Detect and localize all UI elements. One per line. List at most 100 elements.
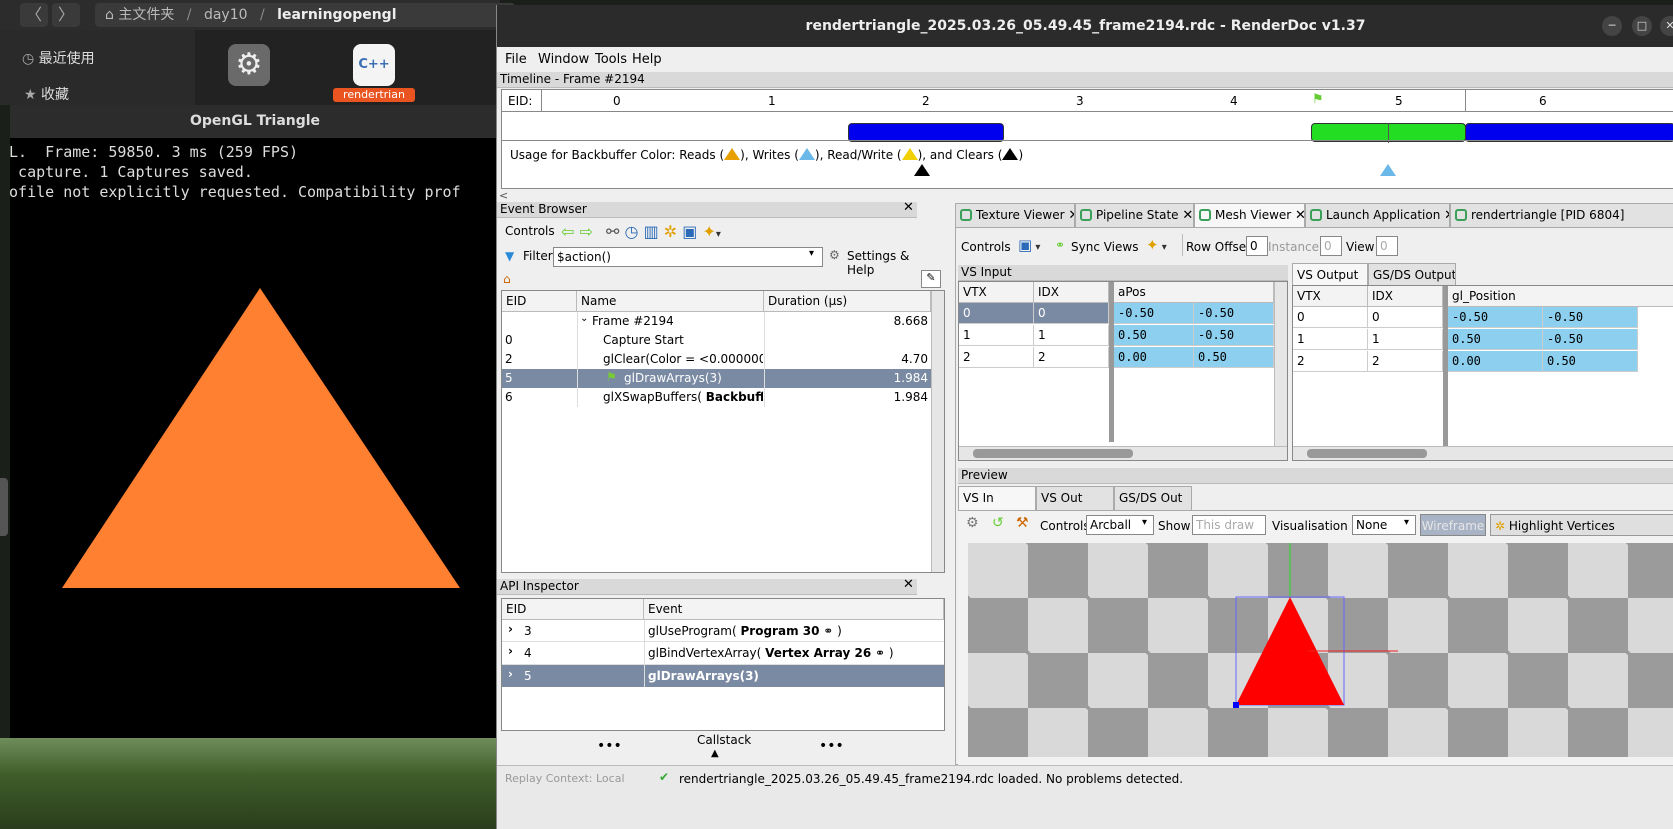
table-row[interactable]: › 4 glBindVertexArray( Vertex Array 26 ⚭… — [502, 642, 944, 665]
chevron-right-icon[interactable]: › — [508, 667, 513, 681]
replay-context[interactable]: Replay Context: Local — [505, 772, 625, 785]
close-panel-icon[interactable]: ✕ — [903, 200, 914, 215]
filter-input[interactable]: $action() — [553, 247, 823, 267]
close-tab-icon[interactable]: ✕ — [1295, 208, 1304, 223]
home-icon[interactable]: ⌂ — [503, 272, 511, 286]
expand-callstack-icon[interactable]: ▲ — [711, 748, 719, 759]
callstack-label[interactable]: Callstack — [697, 733, 751, 747]
table-row[interactable]: 11 0.50 -0.50 — [959, 325, 1279, 347]
edit-icon[interactable]: ✎ — [921, 270, 941, 288]
mesh-preview-canvas[interactable] — [968, 543, 1673, 757]
link-icon[interactable]: ⚭ — [871, 646, 885, 660]
show-select[interactable]: This draw — [1192, 515, 1266, 535]
table-row[interactable]: 11 0.50 -0.50 — [1293, 329, 1638, 351]
wand-icon[interactable]: ⚒ — [1016, 515, 1029, 531]
collapse-left-handle[interactable]: ••• — [597, 738, 622, 754]
h-scrollbar[interactable] — [1293, 446, 1673, 460]
bookmark-icon[interactable]: ▥ — [644, 222, 659, 241]
tab-rendertriangle[interactable]: rendertriangle [PID 6804] — [1450, 203, 1673, 227]
column-header[interactable]: VTX — [1293, 286, 1368, 307]
tools-icon[interactable]: ✦ — [703, 222, 716, 241]
tab-vs-in[interactable]: VS In — [958, 486, 1036, 510]
chevron-down-icon[interactable]: ⌄ — [580, 313, 588, 324]
breadcrumb-day10[interactable]: day10 — [204, 7, 248, 23]
chevron-down-icon[interactable]: ▾ — [1404, 517, 1409, 528]
link-icon[interactable]: ⚭ — [819, 624, 833, 638]
arrow-left-icon[interactable]: ⇦ — [561, 222, 574, 241]
sync-views-button[interactable]: Sync Views — [1071, 240, 1138, 254]
table-row[interactable]: 0 0 -0.50 -0.50 — [1293, 307, 1638, 329]
table-row[interactable]: ⌄ Frame #2194 8.668 — [502, 312, 931, 331]
forward-button[interactable]: 〉 — [52, 3, 80, 27]
tab-vs-output[interactable]: VS Output — [1292, 263, 1368, 285]
column-header[interactable]: Event — [644, 599, 944, 620]
column-header[interactable]: gl_Position — [1448, 286, 1673, 307]
h-scrollbar[interactable] — [959, 446, 1287, 460]
settings-icon[interactable]: ✲ — [664, 222, 677, 241]
binoculars-icon[interactable]: ⚯ — [606, 222, 619, 241]
chevron-down-icon[interactable]: ▾ — [809, 248, 814, 259]
breadcrumb-learningopengl[interactable]: learningopengl — [277, 7, 396, 23]
timeline-body[interactable]: EID: 0 1 2 3 4 5 6 ⚑ Usage for Backbuffe… — [501, 89, 1673, 189]
chevron-down-icon[interactable]: ▾ — [1142, 517, 1147, 528]
save-icon[interactable]: ▣ ▾ — [1018, 236, 1040, 254]
maximize-icon[interactable]: □ — [1632, 16, 1652, 36]
menu-file[interactable]: File — [505, 52, 527, 67]
column-header[interactable]: IDX — [1368, 286, 1443, 307]
table-row[interactable]: 22 0.00 0.50 — [959, 347, 1279, 369]
back-button[interactable]: 〈 — [20, 3, 48, 27]
column-header[interactable]: IDX — [1034, 282, 1109, 303]
row-offset-input[interactable]: 0 — [1246, 236, 1268, 256]
close-panel-icon[interactable]: ✕ — [903, 577, 914, 592]
table-row-selected[interactable]: › 5 glDrawArrays(3) — [502, 665, 944, 687]
table-row[interactable]: 22 0.00 0.50 — [1293, 351, 1638, 373]
chevron-right-icon[interactable]: › — [508, 644, 513, 658]
gear-icon[interactable]: ⚙ — [966, 515, 979, 531]
cpp-file-icon[interactable]: C++ — [353, 44, 395, 86]
settings-help-button[interactable]: Settings & Help — [847, 249, 917, 277]
table-row[interactable]: 0 0 -0.50 -0.50 — [959, 303, 1279, 325]
sidebar-item-starred[interactable]: ★ 收藏 — [24, 84, 69, 104]
table-row-selected[interactable]: 5 ⚑ glDrawArrays(3) 1.984 — [502, 369, 931, 388]
scroll-left-icon[interactable]: < — [499, 189, 508, 202]
column-header[interactable]: Name — [577, 291, 764, 312]
tools-icon[interactable]: ✦ ▾ — [1146, 236, 1167, 254]
view-input[interactable]: 0 — [1376, 236, 1398, 256]
tab-texture-viewer[interactable]: Texture Viewer ✕ — [955, 203, 1075, 227]
close-tab-icon[interactable]: ✕ — [1068, 208, 1074, 223]
table-row[interactable]: 2 glClear(Color = <0.000000, 0.… 4.70 — [502, 350, 931, 369]
tab-vs-out[interactable]: VS Out — [1036, 486, 1114, 510]
tab-pipeline-state[interactable]: Pipeline State ✕ — [1075, 203, 1194, 227]
column-header[interactable]: EID — [502, 291, 577, 312]
breadcrumb-home[interactable]: 主文件夹 — [118, 7, 174, 23]
table-row[interactable]: › 3 glUseProgram( Program 30 ⚭ ) — [502, 620, 944, 642]
column-header[interactable]: EID — [502, 599, 644, 620]
tab-gs-ds-out[interactable]: GS/DS Out — [1114, 486, 1192, 510]
scrollbar[interactable] — [931, 291, 944, 572]
close-icon[interactable]: ✕ — [1660, 16, 1673, 36]
column-header[interactable]: Duration (µs) — [764, 291, 931, 312]
menu-tools[interactable]: Tools — [595, 52, 627, 67]
minimize-icon[interactable]: ─ — [1602, 16, 1622, 36]
column-header[interactable]: VTX — [959, 282, 1034, 303]
menu-help[interactable]: Help — [632, 52, 662, 67]
tab-gs-ds-output[interactable]: GS/DS Output — [1368, 263, 1456, 285]
reset-icon[interactable]: ↺ — [992, 515, 1004, 531]
highlight-vertices-button[interactable]: ✲ Highlight Vertices — [1490, 514, 1673, 536]
close-tab-icon[interactable]: ✕ — [1182, 208, 1193, 223]
executable-gear-icon[interactable]: ⚙ — [228, 44, 270, 86]
column-header[interactable]: aPos — [1114, 282, 1274, 303]
wireframe-button[interactable]: Wireframe — [1420, 514, 1486, 536]
time-icon[interactable]: ◷ — [625, 222, 639, 241]
tab-mesh-viewer[interactable]: Mesh Viewer ✕ — [1194, 203, 1305, 227]
arrow-right-icon[interactable]: ⇨ — [580, 222, 593, 241]
sidebar-item-recent[interactable]: ◷ 最近使用 — [22, 48, 95, 68]
save-icon[interactable]: ▣ — [682, 222, 697, 241]
gear-icon[interactable]: ⚙ — [829, 248, 840, 262]
menu-window[interactable]: Window — [538, 52, 589, 67]
instance-input[interactable]: 0 — [1320, 236, 1342, 256]
chevron-right-icon[interactable]: › — [508, 622, 513, 636]
collapse-right-handle[interactable]: ••• — [819, 738, 844, 754]
table-row[interactable]: 6 glXSwapBuffers( Backbuffer Co 1.984 — [502, 388, 931, 407]
tab-launch-application[interactable]: Launch Application ✕ — [1305, 203, 1450, 227]
